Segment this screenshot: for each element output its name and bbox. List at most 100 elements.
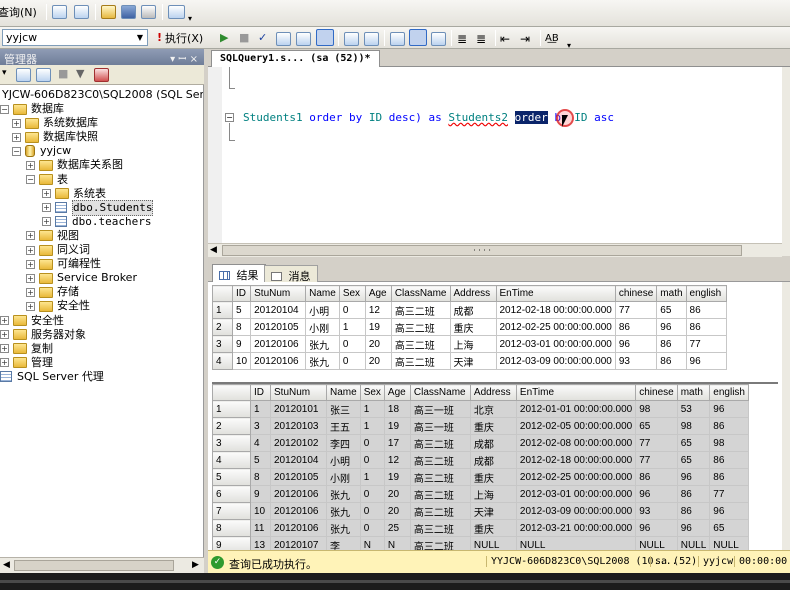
expand-icon[interactable]: + [0, 330, 9, 340]
table-cell[interactable]: 20120104 [270, 451, 327, 469]
results-to-file-icon[interactable] [431, 30, 446, 47]
expand-icon[interactable]: + [42, 189, 51, 199]
table-cell[interactable]: 重庆 [469, 417, 517, 435]
object-explorer-hscrollbar[interactable]: ◀ ▶ [0, 557, 204, 573]
table-cell[interactable]: 96 [676, 519, 711, 537]
table-cell[interactable]: 2012-02-08 00:00:00.000 [515, 434, 637, 452]
grid-corner[interactable] [212, 285, 233, 302]
table-cell[interactable]: 张九 [326, 502, 361, 520]
table-cell[interactable]: 86 [635, 468, 678, 486]
table-cell[interactable]: 上海 [449, 335, 497, 353]
database-selector[interactable]: yyjcw ▼ [2, 29, 148, 46]
tree-node[interactable]: + 数据库快照 [12, 130, 98, 144]
tab-sqlquery1[interactable]: SQLQuery1.s... (sa (52))* [211, 50, 380, 67]
table-cell[interactable]: 20 [383, 485, 411, 503]
row-number[interactable]: 4 [212, 352, 233, 370]
table-row[interactable]: 9 13 20120107 李 N N 高三二班 NULL NULL NULL NULL NULL [212, 536, 749, 550]
table-row[interactable]: 4 10 20120106 张九 0 20 高三二班 天津 2012-03-09 00:00:0… [212, 352, 727, 370]
column-header[interactable]: ClassName [409, 384, 471, 401]
table-row[interactable]: 5 8 20120105 小刚 1 19 高三二班 重庆 2012-02-25 00:00:00… [212, 468, 749, 486]
tree-node[interactable]: − 数据库 [0, 102, 64, 116]
tree-node[interactable]: + 管理 [0, 356, 53, 370]
table-cell[interactable]: 20120105 [270, 468, 327, 486]
save-icon[interactable] [121, 3, 136, 20]
table-cell[interactable]: NULL [515, 536, 637, 550]
new-query-icon[interactable] [52, 3, 67, 20]
table-cell[interactable]: 王五 [326, 417, 361, 435]
execute-button[interactable]: ! 执行(X) [157, 29, 203, 46]
table-cell[interactable]: 19 [383, 468, 411, 486]
table-cell[interactable]: 86 [685, 318, 727, 336]
table-cell[interactable]: 86 [676, 485, 711, 503]
table-cell[interactable]: 高三二班 [390, 318, 451, 336]
tree-node[interactable]: + Service Broker [26, 271, 137, 285]
row-number[interactable]: 3 [212, 335, 233, 353]
table-cell[interactable]: 10 [250, 502, 271, 520]
table-cell[interactable]: 17 [383, 434, 411, 452]
open-folder-icon[interactable] [101, 3, 116, 20]
new-file-icon[interactable] [74, 3, 89, 20]
tree-node[interactable]: + 视图 [26, 229, 79, 243]
table-cell[interactable]: 86 [685, 301, 727, 319]
table-cell[interactable]: 李四 [326, 434, 361, 452]
column-header[interactable]: Address [449, 285, 497, 302]
tree-node[interactable]: + 复制 [0, 342, 53, 356]
video-progress-track[interactable] [0, 580, 790, 583]
expand-icon[interactable]: + [0, 358, 9, 368]
scroll-thumb[interactable] [14, 560, 174, 571]
table-cell[interactable]: 96 [635, 519, 678, 537]
table-cell[interactable]: 0 [338, 335, 366, 353]
table-cell[interactable]: 20120106 [270, 485, 327, 503]
table-row[interactable]: 2 8 20120105 小刚 1 19 高三二班 重庆 2012-02-25 00:00:00… [212, 318, 727, 336]
table-cell[interactable]: 10 [231, 352, 252, 370]
table-cell[interactable]: 重庆 [469, 468, 517, 486]
table-cell[interactable]: 96 [685, 352, 727, 370]
table-cell[interactable]: 20120105 [250, 318, 307, 336]
decrease-indent-icon[interactable]: ⇤ [500, 30, 510, 47]
table-cell[interactable]: 53 [676, 400, 711, 418]
tree-node[interactable]: + 安全性 [0, 314, 64, 328]
table-cell[interactable]: 19 [383, 417, 411, 435]
table-cell[interactable]: 高三二班 [390, 335, 451, 353]
table-cell[interactable]: 2012-02-25 00:00:00.000 [515, 468, 637, 486]
table-cell[interactable]: NULL [709, 536, 749, 550]
table-cell[interactable]: 77 [685, 335, 727, 353]
connect-icon[interactable]: ▾ [2, 68, 7, 78]
table-cell[interactable]: 8 [250, 468, 271, 486]
tab-messages[interactable]: 消息 [264, 265, 318, 283]
table-cell[interactable]: 98 [709, 434, 749, 452]
table-cell[interactable]: 成都 [449, 301, 497, 319]
refresh-icon[interactable] [94, 68, 109, 82]
tree-node[interactable]: + dbo.teachers [42, 215, 151, 229]
table-cell[interactable]: 0 [359, 434, 385, 452]
table-cell[interactable]: 高三二班 [390, 352, 451, 370]
table-cell[interactable]: 11 [250, 519, 271, 537]
table-cell[interactable]: 65 [676, 451, 711, 469]
table-cell[interactable]: 2012-03-01 00:00:00.000 [495, 335, 616, 353]
results-to-grid-icon[interactable] [409, 29, 427, 46]
panel-controls[interactable]: ▾ ꟷ × [170, 51, 198, 65]
expand-icon[interactable]: + [12, 118, 21, 128]
table-cell[interactable]: 张九 [326, 485, 361, 503]
expand-icon[interactable]: + [26, 301, 35, 311]
table-cell[interactable]: 20120106 [250, 352, 307, 370]
table-cell[interactable]: 小明 [305, 301, 340, 319]
column-header[interactable]: chinese [614, 285, 658, 302]
row-number[interactable]: 7 [212, 502, 251, 520]
expand-icon[interactable]: + [26, 160, 35, 170]
stop-icon[interactable]: ■ [239, 29, 249, 46]
table-cell[interactable]: 77 [614, 301, 658, 319]
table-cell[interactable]: 86 [709, 451, 749, 469]
table-row[interactable]: 7 10 20120106 张九 0 20 高三二班 天津 2012-03-09 00:00:0… [212, 502, 749, 520]
specify-values-icon[interactable]: A͟B [545, 30, 559, 47]
expand-icon[interactable]: + [26, 273, 35, 283]
row-number[interactable]: 2 [212, 318, 233, 336]
include-plan-icon[interactable] [344, 30, 359, 47]
scroll-thumb[interactable]: · · · · [222, 245, 742, 256]
table-cell[interactable]: 重庆 [469, 519, 517, 537]
expand-icon[interactable]: + [26, 245, 35, 255]
table-cell[interactable]: 93 [614, 352, 658, 370]
table-cell[interactable]: 98 [676, 417, 711, 435]
table-cell[interactable]: 77 [709, 485, 749, 503]
table-row[interactable]: 4 5 20120104 小明 0 12 高三二班 成都 2012-02-18 00:00:00… [212, 451, 749, 469]
